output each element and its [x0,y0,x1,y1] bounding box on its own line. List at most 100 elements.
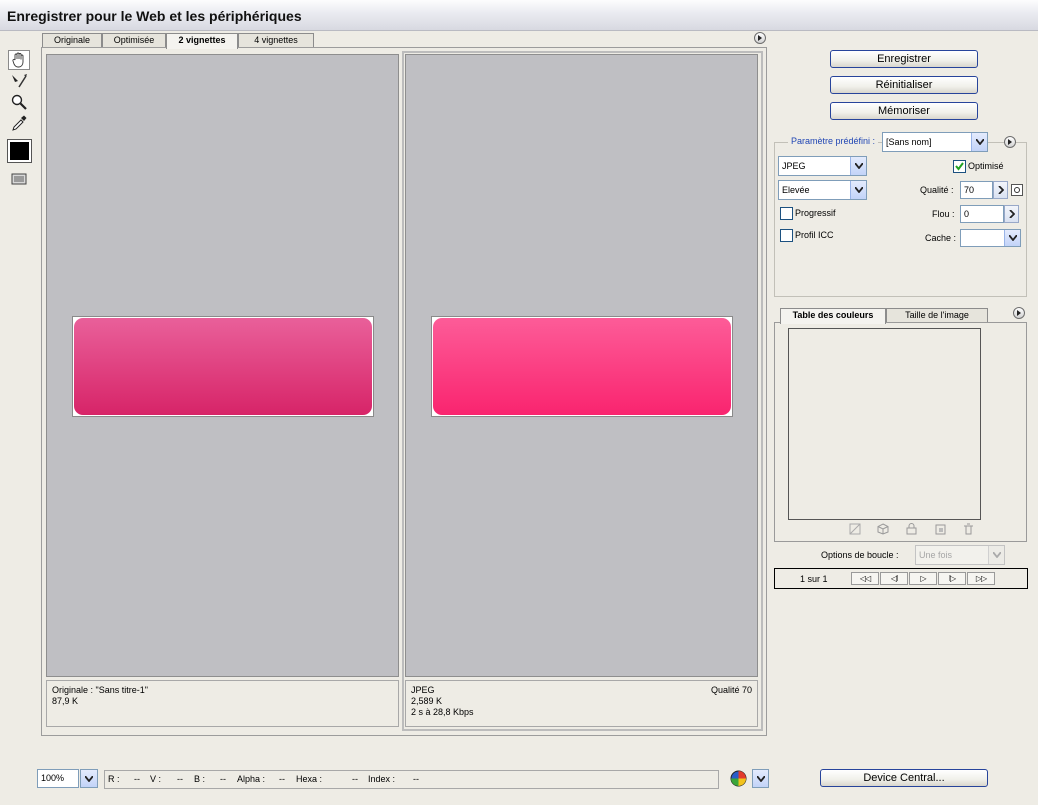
tab-original[interactable]: Originale [42,33,102,48]
zoom-level-input[interactable]: 100% [37,769,79,788]
save-button[interactable]: Enregistrer [830,50,978,68]
tab-2-up-label: 2 vignettes [178,35,226,45]
optimized-download-time: 2 s à 28,8 Kbps [411,707,474,717]
web-shift-cube-icon[interactable] [877,523,890,535]
hand-icon [12,52,24,68]
tab-color-table-label: Table des couleurs [792,310,874,320]
loop-options-select[interactable]: Une fois [915,545,1005,565]
preview-menu-button[interactable] [754,32,766,44]
optimized-pane[interactable] [405,54,758,677]
chevron-down-icon [971,133,987,151]
play-arrow-icon [1017,310,1021,316]
blur-slider-button[interactable] [1004,205,1019,223]
slices-visibility-icon [11,173,27,185]
title-bar[interactable]: Enregistrer pour le Web et les périphéri… [0,0,1038,31]
original-size: 87,9 K [52,696,79,706]
matte-select[interactable] [960,229,1021,247]
eyedropper-tool[interactable] [8,113,30,133]
icc-profile-checkbox[interactable] [780,229,793,242]
quality-label: Qualité : [920,185,954,195]
format-select[interactable]: JPEG [778,156,867,176]
first-frame-icon: ◁◁ [859,574,871,583]
tab-2-up[interactable]: 2 vignettes [166,33,238,49]
slice-select-tool[interactable] [8,71,30,91]
hand-tool[interactable] [8,50,30,70]
optimized-format: JPEG [411,685,435,695]
tab-color-table[interactable]: Table des couleurs [780,308,886,324]
original-info: Originale : "Sans titre-1" 87,9 K [46,680,399,727]
preset-select[interactable]: [Sans nom] [882,132,988,152]
tab-optimized[interactable]: Optimisée [102,33,166,48]
v-label: V : [150,774,162,784]
window-title: Enregistrer pour le Web et les périphéri… [7,8,302,24]
r-value: -- [134,774,140,784]
original-image [72,316,374,417]
browser-globe-icon [730,770,747,787]
blur-input[interactable]: 0 [960,205,1004,223]
quality-mask-button[interactable] [1011,184,1023,196]
color-table-menu-button[interactable] [1013,307,1025,319]
toggle-slices-visibility[interactable] [8,169,30,189]
reset-button[interactable]: Réinitialiser [830,76,978,94]
preset-value: [Sans nom] [886,137,932,147]
matte-label: Cache : [925,233,957,243]
frame-counter: 1 sur 1 [800,574,828,584]
map-transparent-icon[interactable] [849,523,862,535]
tab-optimized-label: Optimisée [113,35,155,45]
eyedropper-color-swatch[interactable] [7,139,32,163]
first-frame-button[interactable]: ◁◁ [851,572,879,585]
browser-preview-dropdown[interactable] [752,769,769,788]
tab-original-label: Originale [53,35,91,45]
next-frame-button[interactable]: I▷ [938,572,966,585]
play-arrow-icon [758,35,762,41]
previous-frame-icon: ◁I [890,574,898,583]
preset-label: Paramètre prédéfini : [788,136,879,146]
previous-frame-button[interactable]: ◁I [880,572,908,585]
swatch-fill [10,142,29,160]
remember-button[interactable]: Mémoriser [830,102,978,120]
new-color-icon[interactable] [934,523,947,535]
optimized-image [431,316,733,417]
magnifier-icon [11,94,27,110]
chevron-down-icon [988,546,1004,564]
quality-slider-button[interactable] [993,181,1008,199]
settings-menu-button[interactable] [1004,136,1016,148]
trash-icon[interactable] [962,523,975,535]
original-pane[interactable] [46,54,399,677]
index-label: Index : [368,774,396,784]
chevron-right-icon [997,186,1004,194]
optimized-checkbox[interactable] [953,160,966,173]
quality-input[interactable]: 70 [960,181,993,199]
hexa-value: -- [352,774,358,784]
b-value: -- [220,774,226,784]
device-central-button[interactable]: Device Central... [820,769,988,787]
slice-select-icon [12,74,27,88]
chevron-down-icon [1004,230,1020,246]
progressive-label: Progressif [795,208,836,218]
zoom-level-dropdown[interactable] [80,769,98,788]
lock-icon[interactable] [905,523,918,535]
b-label: B : [194,774,206,784]
chevron-down-icon [850,181,866,199]
chevron-down-icon [850,157,866,175]
tab-image-size[interactable]: Taille de l'image [886,308,988,323]
last-frame-icon: ▷▷ [975,574,987,583]
checkmark-icon [955,162,964,171]
optimized-quality: Qualité 70 [710,685,752,695]
progressive-checkbox[interactable] [780,207,793,220]
quality-preset-value: Elevée [782,185,810,195]
last-frame-button[interactable]: ▷▷ [967,572,995,585]
tab-4-up[interactable]: 4 vignettes [238,33,314,48]
browser-preview-button[interactable] [729,769,748,788]
alpha-label: Alpha : [237,774,266,784]
play-button[interactable]: ▷ [909,572,937,585]
chevron-right-icon [1008,210,1015,218]
original-pink-button-graphic [74,318,372,415]
optimized-info: JPEG 2,589 K 2 s à 28,8 Kbps Qualité 70 [405,680,758,727]
alpha-value: -- [279,774,285,784]
quality-preset-select[interactable]: Elevée [778,180,867,200]
zoom-tool[interactable] [8,92,30,112]
original-filename: Originale : "Sans titre-1" [52,685,148,695]
icc-profile-label: Profil ICC [795,230,834,240]
color-table-grid[interactable] [788,328,981,520]
